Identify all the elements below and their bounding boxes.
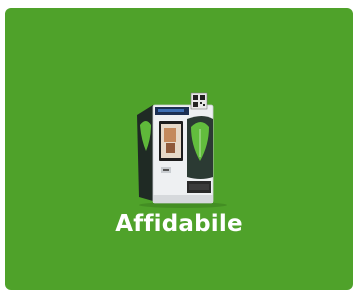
feature-card-affidabile[interactable]: Affidabile xyxy=(5,8,353,290)
card-title: Affidabile xyxy=(115,211,243,237)
vending-kiosk-machine-image xyxy=(137,92,227,208)
